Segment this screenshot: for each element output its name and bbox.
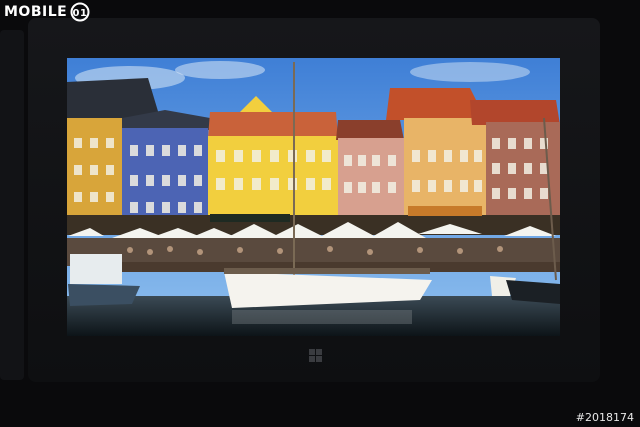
- logo-glyph: 01: [73, 8, 88, 19]
- photo-id-label: #2018174: [575, 411, 634, 424]
- mobile01-logo-icon: 01: [70, 2, 90, 22]
- mobile01-watermark: MOBILE 01: [4, 2, 91, 22]
- tablet-photo: [0, 0, 640, 427]
- tablet-screen: [67, 58, 560, 336]
- watermark-text: MOBILE: [4, 4, 68, 20]
